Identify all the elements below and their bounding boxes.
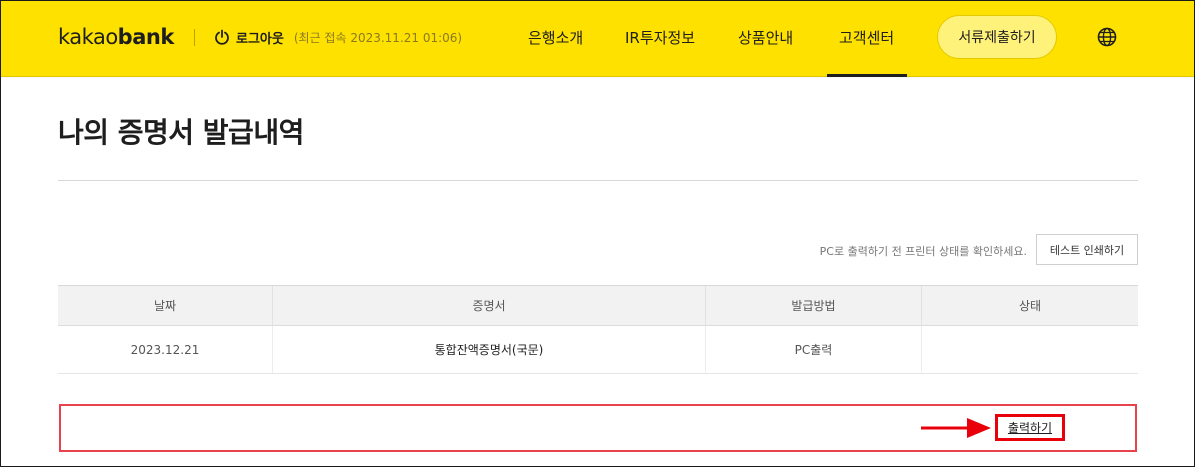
globe-icon[interactable] [1097, 27, 1117, 47]
arrow-right-icon [921, 418, 991, 438]
table-header: 날짜 증명서 발급방법 상태 [58, 286, 1138, 326]
logo-text-bank: bank [117, 25, 175, 49]
printer-hint-text: PC로 출력하기 전 프린터 상태를 확인하세요. [819, 245, 1027, 258]
nav-item-bank-intro[interactable]: 은행소개 [528, 27, 583, 48]
column-header-date: 날짜 [58, 286, 273, 325]
logo-text-kakao: kakao [58, 25, 118, 49]
power-icon [215, 29, 229, 45]
site-header: kakaobank 로그아웃 (최근 접속 2023.11.21 01:06) … [1, 1, 1194, 77]
test-print-button[interactable]: 테스트 인쇄하기 [1036, 234, 1138, 265]
header-divider [194, 29, 195, 46]
cell-date: 2023.12.21 [58, 326, 273, 373]
certificate-table: 날짜 증명서 발급방법 상태 2023.12.21 통합잔액증명서(국문) PC… [58, 285, 1138, 374]
cell-status [922, 326, 1138, 373]
logout-button[interactable]: 로그아웃 (최근 접속 2023.11.21 01:06) [214, 27, 462, 47]
nav-item-products[interactable]: 상품안내 [738, 27, 793, 48]
cell-method: PC출력 [706, 326, 922, 373]
title-divider [58, 180, 1138, 181]
print-link[interactable]: 출력하기 [1008, 419, 1052, 436]
nav-item-customer-center[interactable]: 고객센터 [839, 27, 894, 48]
cell-certificate: 통합잔액증명서(국문) [273, 326, 706, 373]
nav-item-ir[interactable]: IR투자정보 [625, 27, 695, 48]
logout-label: 로그아웃 [236, 31, 284, 47]
last-login-text: (최근 접속 2023.11.21 01:06) [293, 30, 463, 45]
kakaobank-logo[interactable]: kakaobank [58, 25, 174, 49]
print-link-highlight: 출력하기 [995, 414, 1065, 441]
column-header-status: 상태 [1018, 299, 1042, 313]
nav-active-indicator [827, 74, 907, 77]
column-header-certificate: 증명서 [273, 286, 706, 325]
column-header-method: 발급방법 [706, 286, 922, 325]
submit-documents-button[interactable]: 서류제출하기 [937, 15, 1057, 59]
table-row: 2023.12.21 통합잔액증명서(국문) PC출력 [58, 326, 1138, 374]
page-title: 나의 증명서 발급내역 [58, 116, 304, 149]
